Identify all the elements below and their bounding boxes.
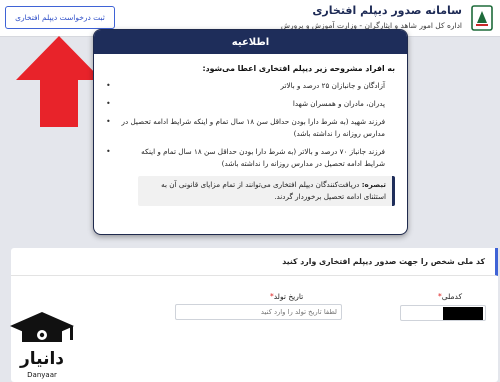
watermark-text: دانیار xyxy=(19,349,64,369)
list-item: پدران، مادران و همسران شهدا • xyxy=(106,98,395,110)
list-item: فرزند شهید (به شرط دارا بودن حداقل سن ۱۸… xyxy=(106,116,395,140)
birth-date-input[interactable] xyxy=(175,304,342,320)
note-text: دریافت‌کنندگان دیپلم افتخاری می‌توانند ا… xyxy=(161,180,386,201)
national-code-label-text: کدملی xyxy=(441,292,463,301)
list-item: آزادگان و جانبازان ۲۵ درصد و بالاتر • xyxy=(106,80,395,92)
danyaar-logo-icon: دانیار Danyaar xyxy=(10,312,74,379)
list-item: فرزند جانباز ۷۰ درصد و بالاتر (به شرط دا… xyxy=(106,146,395,170)
national-code-label: کدملی* xyxy=(438,292,462,301)
site-title: سامانه صدور دیپلم افتخاری xyxy=(312,4,462,17)
note-box: تبصره: دریافت‌کنندگان دیپلم افتخاری می‌ت… xyxy=(138,176,395,206)
notice-modal: اطلاعیه به افراد مشروحه زیر دیپلم افتخار… xyxy=(93,29,408,235)
list-item-text: فرزند جانباز ۷۰ درصد و بالاتر (به شرط دا… xyxy=(141,147,385,168)
eligibility-list: آزادگان و جانبازان ۲۵ درصد و بالاتر • پد… xyxy=(106,80,395,170)
red-arrow-icon xyxy=(16,36,102,127)
request-diploma-button[interactable]: ثبت درخواست دیپلم افتخاری xyxy=(5,6,115,29)
birth-date-label-text: تاریخ تولد xyxy=(273,292,304,301)
notice-heading: به افراد مشروحه زیر دیپلم افتخاری اعطا م… xyxy=(202,64,396,73)
modal-title: اطلاعیه xyxy=(94,30,407,54)
bullet-icon: • xyxy=(106,117,111,126)
redacted-value xyxy=(443,307,483,320)
form-title: کد ملی شخص را جهت صدور دیپلم افتخاری وار… xyxy=(11,248,498,276)
bullet-icon: • xyxy=(106,81,111,90)
note-label: تبصره: xyxy=(361,180,386,189)
watermark-latin: Danyaar xyxy=(27,371,57,379)
list-item-text: پدران، مادران و همسران شهدا xyxy=(292,99,385,108)
list-item-text: فرزند شهید (به شرط دارا بودن حداقل سن ۱۸… xyxy=(121,117,385,138)
ministry-logo-icon xyxy=(469,4,495,32)
modal-body: به افراد مشروحه زیر دیپلم افتخاری اعطا م… xyxy=(94,54,407,206)
list-item-text: آزادگان و جانبازان ۲۵ درصد و بالاتر xyxy=(280,81,386,90)
bullet-icon: • xyxy=(106,147,111,156)
birth-date-label: تاریخ تولد* xyxy=(270,292,303,301)
bullet-icon: • xyxy=(106,99,111,108)
